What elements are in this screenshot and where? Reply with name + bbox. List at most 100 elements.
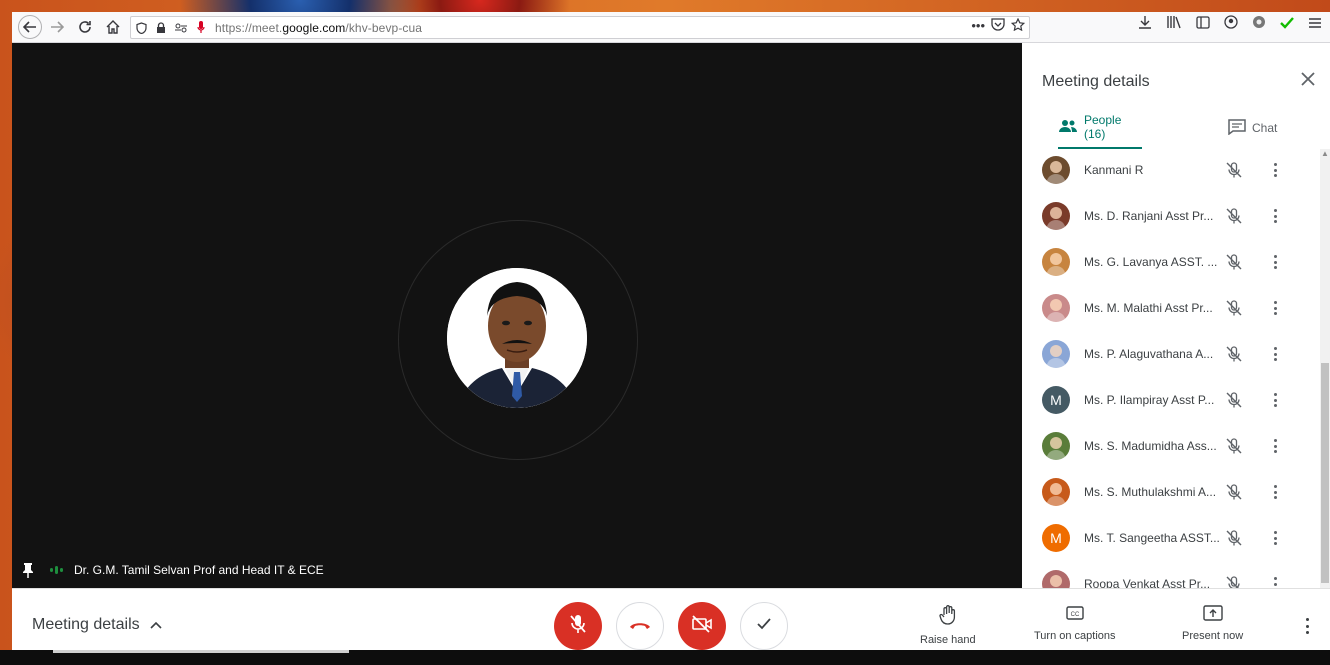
tab-people[interactable]: People (16) [1058,107,1142,149]
muted-microphone-icon [1225,529,1243,547]
participant-more-icon[interactable] [1272,207,1278,225]
back-icon[interactable] [18,15,42,39]
speaker-name: Dr. G.M. Tamil Selvan Prof and Head IT &… [74,563,324,577]
sidebar-icon[interactable] [1196,15,1210,32]
shield-icon[interactable] [131,18,151,38]
scroll-up-icon[interactable]: ▲ [1320,149,1330,159]
people-scrollbar[interactable]: ▲ ▼ [1320,149,1330,599]
participant-avatar [1042,432,1070,460]
muted-microphone-icon [1225,299,1243,317]
pocket-icon[interactable] [991,18,1005,34]
participant-avatar: M [1042,386,1070,414]
participant-avatar [1042,294,1070,322]
speaker-avatar [447,268,587,408]
account-icon[interactable] [1224,15,1238,32]
page-actions-icon[interactable]: ••• [971,18,985,34]
raise-hand-button[interactable]: Raise hand [920,605,976,646]
participant-name: Ms. P. Alaguvathana A... [1084,347,1214,361]
more-options-icon[interactable] [1304,618,1310,634]
tab-people-label: People (16) [1084,113,1122,141]
muted-microphone-icon [1225,345,1243,363]
participant-avatar [1042,156,1070,184]
address-bar[interactable]: https://meet.google.com/khv-bevp-cua ••• [130,16,1030,39]
participant-row[interactable]: Ms. P. Alaguvathana A... [1022,331,1322,377]
participant-avatar: M [1042,524,1070,552]
url-path: /khv-bevp-cua [345,20,423,35]
participant-name: Ms. S. Madumidha Ass... [1084,439,1217,453]
microphone-active-icon[interactable] [191,18,211,38]
participant-more-icon[interactable] [1272,437,1278,455]
participant-more-icon[interactable] [1272,299,1278,317]
home-icon[interactable] [100,14,126,40]
participant-more-icon[interactable] [1272,529,1278,547]
participant-more-icon[interactable] [1272,345,1278,363]
checkmark-extension-icon[interactable] [1280,16,1294,32]
speaking-indicator-icon [50,565,66,575]
present-now-label: Present now [1182,630,1244,642]
participant-row[interactable]: Ms. S. Muthulakshmi A... [1022,469,1322,515]
captions-label: Turn on captions [1034,630,1116,642]
hand-icon [939,605,957,634]
microphone-toggle-button[interactable] [554,602,602,650]
library-icon[interactable] [1166,15,1182,32]
muted-microphone-icon [1225,391,1243,409]
reload-icon[interactable] [72,14,98,40]
muted-microphone-icon [1225,253,1243,271]
toolbar-right-icons [1138,15,1330,32]
participant-name: Kanmani R [1084,163,1144,177]
microphone-off-icon [569,614,587,639]
captions-button[interactable]: CC Turn on captions [1034,605,1116,642]
url-prefix: https://meet. [215,20,283,35]
checkmark-icon [757,617,771,635]
participant-more-icon[interactable] [1272,391,1278,409]
muted-microphone-icon [1225,483,1243,501]
hang-up-icon [629,617,651,635]
camera-off-icon [691,614,713,638]
taskbar-highlight [53,650,349,653]
tab-chat-label: Chat [1252,121,1278,135]
meeting-details-button[interactable]: Meeting details [32,616,162,634]
participant-row[interactable]: Ms. M. Malathi Asst Pr... [1022,285,1322,331]
captions-icon: CC [1066,605,1084,630]
meeting-details-label: Meeting details [32,616,140,633]
leave-call-button[interactable] [616,602,664,650]
close-icon[interactable] [1298,71,1318,91]
permissions-icon[interactable] [171,18,191,38]
download-icon[interactable] [1138,15,1152,32]
participant-name: Ms. S. Muthulakshmi A... [1084,485,1217,499]
participant-avatar [1042,202,1070,230]
bookmark-star-icon[interactable] [1010,17,1026,34]
muted-microphone-icon [1225,437,1243,455]
hamburger-menu-icon[interactable] [1308,16,1322,32]
pin-icon[interactable] [22,562,36,578]
participant-row[interactable]: Kanmani R [1022,149,1322,193]
panel-title: Meeting details [1042,73,1150,90]
scroll-thumb[interactable] [1321,363,1329,583]
participant-name: Ms. M. Malathi Asst Pr... [1084,301,1213,315]
present-screen-icon [1202,605,1223,630]
chat-icon [1228,118,1252,138]
speaker-label: Dr. G.M. Tamil Selvan Prof and Head IT &… [22,562,324,578]
participant-row[interactable]: M Ms. P. Ilampiray Asst P... [1022,377,1322,423]
tab-chat[interactable]: Chat [1228,107,1277,149]
participant-more-icon[interactable] [1272,161,1278,179]
participant-avatar [1042,248,1070,276]
participant-row[interactable]: Ms. D. Ranjani Asst Pr... [1022,193,1322,239]
participant-row[interactable]: M Ms. T. Sangeetha ASST... [1022,515,1322,561]
chevron-up-icon [150,618,162,632]
lock-icon[interactable] [151,18,171,38]
participant-name: Ms. D. Ranjani Asst Pr... [1084,209,1214,223]
url-domain: google.com [282,20,346,35]
participant-more-icon[interactable] [1272,483,1278,501]
participant-more-icon[interactable] [1272,253,1278,271]
url-text[interactable]: https://meet.google.com/khv-bevp-cua [215,21,422,35]
raise-hand-label: Raise hand [920,634,976,646]
muted-microphone-icon [1225,207,1243,225]
present-now-button[interactable]: Present now [1182,605,1243,642]
participant-row[interactable]: Ms. S. Madumidha Ass... [1022,423,1322,469]
camera-toggle-button[interactable] [678,602,726,650]
forward-icon[interactable] [44,14,70,40]
checkmark-button[interactable] [740,602,788,650]
participant-row[interactable]: Ms. G. Lavanya ASST. ... [1022,239,1322,285]
extension-icon[interactable] [1252,15,1266,32]
